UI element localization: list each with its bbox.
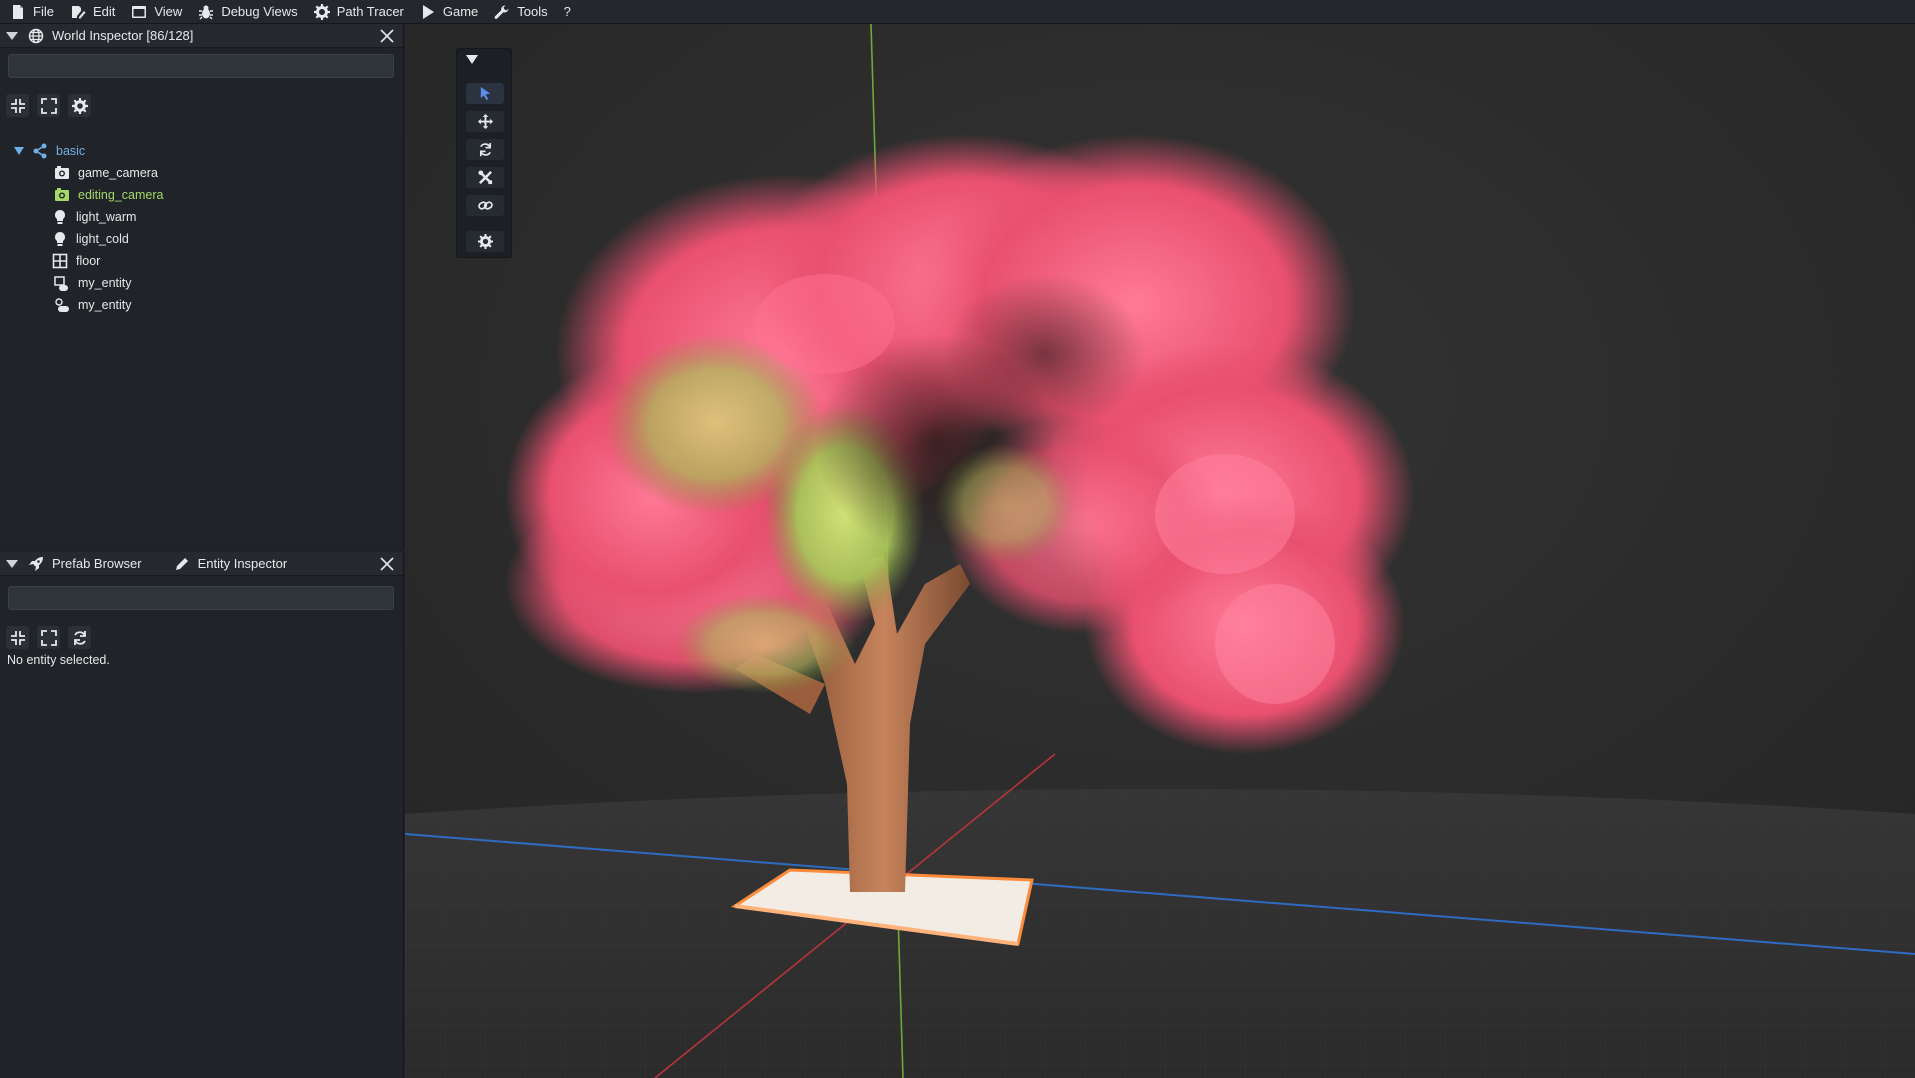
camera-icon bbox=[55, 188, 69, 201]
menu-bar: File Edit View Debug Views Path Tracer G… bbox=[0, 0, 1915, 24]
gizmo-collapse-icon[interactable] bbox=[466, 55, 478, 64]
select-tool-button[interactable] bbox=[466, 83, 504, 104]
cursor-icon bbox=[480, 86, 490, 101]
tree-item-label: my_entity bbox=[78, 276, 132, 290]
tree-item-label: floor bbox=[76, 254, 101, 268]
tools-button[interactable] bbox=[466, 167, 504, 188]
menu-tools[interactable]: Tools bbox=[490, 0, 559, 24]
menu-help-label: ? bbox=[563, 4, 571, 19]
expand-toggle-icon[interactable] bbox=[14, 147, 24, 155]
menu-game-label: Game bbox=[442, 4, 479, 19]
world-settings-button[interactable] bbox=[68, 94, 91, 117]
entity-panel-header: Prefab Browser Entity Inspector bbox=[0, 552, 403, 576]
no-entity-message: No entity selected. bbox=[7, 653, 110, 667]
gizmo-toolbar bbox=[456, 48, 512, 258]
tree-root-basic[interactable]: basic bbox=[0, 140, 400, 162]
tree-item-my-entity-1[interactable]: my_entity bbox=[0, 272, 400, 294]
menu-view[interactable]: View bbox=[127, 0, 194, 24]
compress-icon bbox=[10, 98, 25, 113]
tools-icon bbox=[477, 170, 492, 185]
wrench-icon bbox=[494, 4, 509, 19]
scene-render bbox=[405, 24, 1915, 1078]
gear-icon bbox=[71, 97, 88, 114]
refresh-button[interactable] bbox=[68, 626, 91, 649]
close-icon[interactable] bbox=[379, 556, 395, 572]
tree-item-floor[interactable]: floor bbox=[0, 250, 400, 272]
gizmo-settings-button[interactable] bbox=[466, 231, 504, 252]
expand-all-button[interactable] bbox=[37, 94, 60, 117]
menu-help[interactable]: ? bbox=[560, 0, 583, 24]
world-inspector-panel: World Inspector [86/128] basic game_came… bbox=[0, 24, 404, 548]
window-icon bbox=[132, 5, 147, 18]
tree-item-light-warm[interactable]: light_warm bbox=[0, 206, 400, 228]
tree-item-label: light_cold bbox=[76, 232, 129, 246]
close-icon[interactable] bbox=[379, 28, 395, 44]
menu-debug-views-label: Debug Views bbox=[221, 4, 298, 19]
expand-all-button[interactable] bbox=[37, 626, 60, 649]
expand-icon bbox=[40, 97, 57, 114]
tree-root-label: basic bbox=[56, 144, 86, 158]
globe-icon bbox=[28, 28, 44, 43]
gear-icon bbox=[477, 234, 493, 249]
tree-item-my-entity-2[interactable]: my_entity bbox=[0, 294, 400, 316]
rocket-icon bbox=[29, 556, 43, 571]
entity-tree: basic game_camera editing_camera light_w… bbox=[0, 140, 400, 316]
lightbulb-icon bbox=[55, 210, 65, 224]
link-icon bbox=[477, 201, 493, 210]
tab-label: Prefab Browser bbox=[52, 556, 142, 571]
expand-icon bbox=[40, 629, 57, 646]
menu-file[interactable]: File bbox=[6, 0, 66, 24]
tree-item-label: editing_camera bbox=[78, 188, 164, 202]
tree-item-game-camera[interactable]: game_camera bbox=[0, 162, 400, 184]
rotate-icon bbox=[479, 142, 491, 157]
lightbulb-icon bbox=[55, 232, 65, 246]
camera-icon bbox=[55, 166, 69, 179]
collapse-toggle-icon[interactable] bbox=[6, 559, 18, 568]
move-tool-button[interactable] bbox=[466, 111, 504, 132]
gear-icon bbox=[313, 3, 330, 20]
compress-icon bbox=[10, 630, 25, 645]
cloud-sun-icon bbox=[55, 298, 69, 312]
world-inspector-header: World Inspector [86/128] bbox=[0, 24, 403, 48]
pencil-icon bbox=[175, 557, 188, 570]
world-search-input[interactable] bbox=[8, 54, 394, 78]
menu-path-tracer[interactable]: Path Tracer bbox=[310, 0, 416, 24]
tab-prefab-browser[interactable]: Prefab Browser bbox=[28, 556, 142, 572]
share-nodes-icon bbox=[33, 143, 47, 159]
tree-item-editing-camera[interactable]: editing_camera bbox=[0, 184, 400, 206]
world-toolbar bbox=[6, 94, 91, 117]
tree-item-label: my_entity bbox=[78, 298, 132, 312]
menu-edit[interactable]: Edit bbox=[66, 0, 127, 24]
tab-entity-inspector[interactable]: Entity Inspector bbox=[174, 556, 288, 572]
prefab-toolbar bbox=[6, 626, 91, 649]
cloud-icon bbox=[54, 276, 68, 291]
link-tool-button[interactable] bbox=[466, 195, 504, 216]
scene-viewport[interactable] bbox=[405, 24, 1915, 1078]
world-inspector-title: World Inspector [86/128] bbox=[52, 28, 194, 43]
collapse-toggle-icon[interactable] bbox=[6, 31, 18, 40]
menu-debug-views[interactable]: Debug Views bbox=[194, 0, 309, 24]
tree-item-light-cold[interactable]: light_cold bbox=[0, 228, 400, 250]
menu-file-label: File bbox=[33, 4, 54, 19]
tree-item-label: light_warm bbox=[76, 210, 137, 224]
collapse-all-button[interactable] bbox=[6, 626, 29, 649]
tree-item-label: game_camera bbox=[78, 166, 158, 180]
menu-tools-label: Tools bbox=[517, 4, 548, 19]
tab-label: Entity Inspector bbox=[197, 556, 288, 571]
menu-path-tracer-label: Path Tracer bbox=[336, 4, 404, 19]
edit-icon bbox=[71, 5, 86, 18]
file-icon bbox=[13, 4, 23, 19]
play-icon bbox=[422, 4, 434, 19]
collapse-all-button[interactable] bbox=[6, 94, 29, 117]
bug-icon bbox=[199, 5, 214, 19]
menu-game[interactable]: Game bbox=[416, 0, 490, 24]
entity-inspector-panel: Prefab Browser Entity Inspector No entit… bbox=[0, 552, 404, 1078]
refresh-icon bbox=[73, 630, 86, 645]
menu-view-label: View bbox=[154, 4, 183, 19]
menu-edit-label: Edit bbox=[92, 4, 116, 19]
rotate-tool-button[interactable] bbox=[466, 139, 504, 160]
prefab-search-input[interactable] bbox=[8, 586, 394, 610]
grid-icon bbox=[52, 253, 68, 269]
move-arrows-icon bbox=[477, 114, 493, 129]
